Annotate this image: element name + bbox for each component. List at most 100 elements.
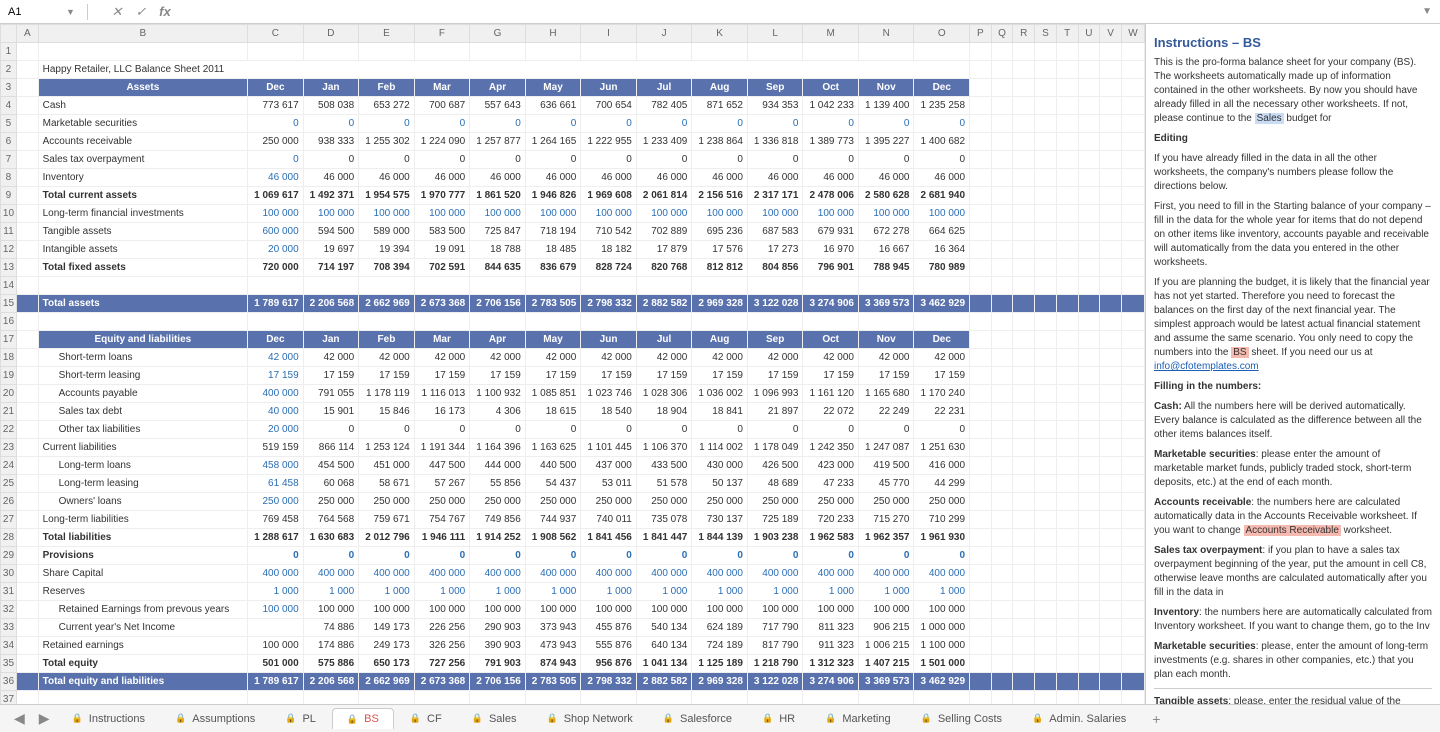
- cell[interactable]: 100 000: [525, 601, 581, 619]
- cell[interactable]: [1013, 133, 1035, 151]
- col-header[interactable]: U: [1078, 25, 1100, 43]
- cell[interactable]: 2 681 940: [914, 187, 970, 205]
- sheet-tab-instructions[interactable]: 🔒Instructions: [58, 708, 159, 729]
- cell[interactable]: [470, 277, 526, 295]
- cell[interactable]: 19 697: [303, 241, 359, 259]
- row-header[interactable]: 12: [1, 241, 17, 259]
- cell[interactable]: 820 768: [636, 259, 692, 277]
- cell[interactable]: [991, 511, 1013, 529]
- cell[interactable]: [1078, 241, 1100, 259]
- col-header[interactable]: E: [359, 25, 415, 43]
- cell[interactable]: 0: [858, 115, 914, 133]
- row-header[interactable]: 1: [1, 43, 17, 61]
- fx-icon[interactable]: fx: [157, 4, 173, 19]
- cell[interactable]: [1035, 313, 1057, 331]
- col-header[interactable]: K: [692, 25, 748, 43]
- cell[interactable]: 440 500: [525, 457, 581, 475]
- cell[interactable]: [1078, 637, 1100, 655]
- sheet-tab-bs[interactable]: 🔒BS: [332, 708, 394, 729]
- cell[interactable]: [991, 403, 1013, 421]
- cell[interactable]: 3 369 573: [858, 295, 914, 313]
- cell[interactable]: 390 903: [470, 637, 526, 655]
- cell[interactable]: 1 000: [692, 583, 748, 601]
- cell[interactable]: 100 000: [303, 601, 359, 619]
- cell[interactable]: [970, 583, 992, 601]
- cell[interactable]: 1 041 134: [636, 655, 692, 673]
- cell[interactable]: [1056, 43, 1078, 61]
- cell[interactable]: 2 783 505: [525, 673, 581, 691]
- cell[interactable]: [1035, 115, 1057, 133]
- cell[interactable]: 1 242 350: [803, 439, 859, 457]
- cell[interactable]: 0: [858, 151, 914, 169]
- cell[interactable]: 46 000: [747, 169, 803, 187]
- cell[interactable]: 1 069 617: [248, 187, 304, 205]
- cell[interactable]: 400 000: [248, 385, 304, 403]
- cell[interactable]: 911 323: [803, 637, 859, 655]
- row-header[interactable]: 7: [1, 151, 17, 169]
- cell[interactable]: [991, 529, 1013, 547]
- cell[interactable]: [970, 205, 992, 223]
- cell[interactable]: [991, 151, 1013, 169]
- cell[interactable]: 250 000: [803, 493, 859, 511]
- cell[interactable]: [914, 277, 970, 295]
- cell[interactable]: [970, 421, 992, 439]
- row-header[interactable]: 3: [1, 79, 17, 97]
- cell[interactable]: [970, 511, 992, 529]
- cell[interactable]: 1 106 370: [636, 439, 692, 457]
- cell[interactable]: [248, 313, 304, 331]
- row-header[interactable]: 32: [1, 601, 17, 619]
- cell[interactable]: 290 903: [470, 619, 526, 637]
- cell[interactable]: 1 903 238: [747, 529, 803, 547]
- cell[interactable]: 1 312 323: [803, 655, 859, 673]
- cell[interactable]: [803, 691, 859, 705]
- cell[interactable]: [1100, 115, 1122, 133]
- cell[interactable]: 1 000: [581, 583, 637, 601]
- cell[interactable]: 55 856: [470, 475, 526, 493]
- cell[interactable]: 17 159: [914, 367, 970, 385]
- cell[interactable]: 46 000: [581, 169, 637, 187]
- cell[interactable]: 2 882 582: [636, 295, 692, 313]
- cell[interactable]: 15 846: [359, 403, 415, 421]
- cell[interactable]: [991, 367, 1013, 385]
- cell[interactable]: 250 000: [581, 493, 637, 511]
- col-header[interactable]: I: [581, 25, 637, 43]
- cell[interactable]: 730 137: [692, 511, 748, 529]
- cell[interactable]: 17 879: [636, 241, 692, 259]
- sheet-tab-cf[interactable]: 🔒CF: [396, 708, 456, 729]
- cell[interactable]: [1078, 187, 1100, 205]
- cell[interactable]: [1035, 223, 1057, 241]
- cell[interactable]: [1056, 421, 1078, 439]
- cell[interactable]: [1056, 187, 1078, 205]
- cell[interactable]: 2 662 969: [359, 295, 415, 313]
- cell[interactable]: 100 000: [248, 637, 304, 655]
- cell[interactable]: 0: [581, 115, 637, 133]
- cell[interactable]: [1078, 295, 1100, 313]
- cell[interactable]: 1 288 617: [248, 529, 304, 547]
- cell[interactable]: [803, 277, 859, 295]
- cell[interactable]: [1121, 277, 1144, 295]
- cell[interactable]: 1 191 344: [414, 439, 470, 457]
- cell[interactable]: [970, 673, 992, 691]
- cell[interactable]: [525, 43, 581, 61]
- cell[interactable]: [1035, 421, 1057, 439]
- cell[interactable]: [1013, 457, 1035, 475]
- cell[interactable]: [970, 547, 992, 565]
- cell[interactable]: [1078, 439, 1100, 457]
- cell[interactable]: 46 000: [470, 169, 526, 187]
- cell[interactable]: [1078, 259, 1100, 277]
- cell[interactable]: 724 189: [692, 637, 748, 655]
- cell[interactable]: [970, 439, 992, 457]
- cell[interactable]: 100 000: [747, 205, 803, 223]
- cell[interactable]: [1121, 439, 1144, 457]
- cell[interactable]: 0: [914, 151, 970, 169]
- cell[interactable]: 400 000: [470, 565, 526, 583]
- cell[interactable]: 16 364: [914, 241, 970, 259]
- cell[interactable]: [970, 565, 992, 583]
- cell[interactable]: 811 323: [803, 619, 859, 637]
- cell[interactable]: 874 943: [525, 655, 581, 673]
- cell[interactable]: [991, 637, 1013, 655]
- cell[interactable]: 100 000: [636, 205, 692, 223]
- cell[interactable]: [1100, 169, 1122, 187]
- cell[interactable]: 812 812: [692, 259, 748, 277]
- cell[interactable]: [1121, 637, 1144, 655]
